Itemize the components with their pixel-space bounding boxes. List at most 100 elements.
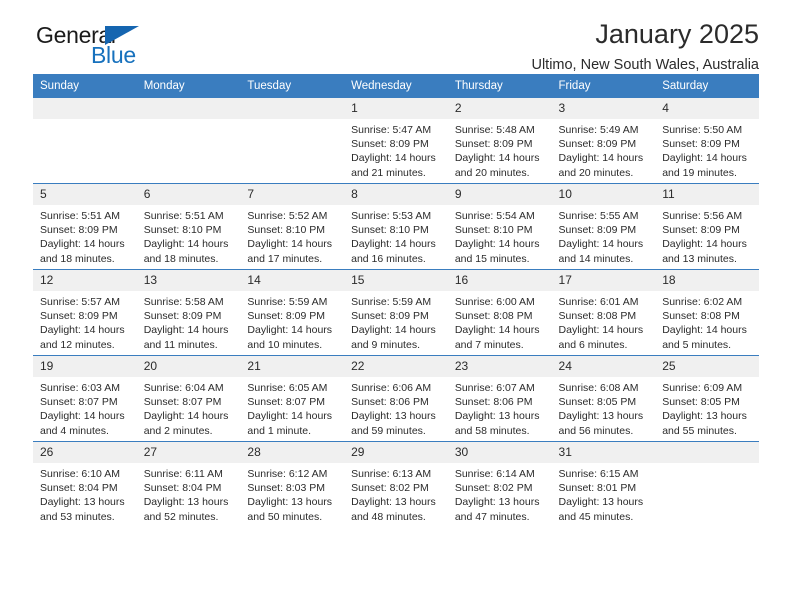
daylight-text-1: Daylight: 13 hours bbox=[662, 410, 747, 423]
calendar-day-cell[interactable]: 13 Sunrise: 5:58 AM Sunset: 8:09 PM Dayligh… bbox=[136, 269, 241, 356]
sunrise-text: Sunrise: 6:01 AM bbox=[558, 296, 639, 308]
day-sun-details: Sunrise: 6:03 AM Sunset: 8:07 PM Daylight:… bbox=[33, 377, 137, 438]
day-number bbox=[655, 442, 759, 463]
calendar-day-cell[interactable]: 6 Sunrise: 5:51 AM Sunset: 8:10 PM Daylight… bbox=[136, 183, 241, 270]
calendar-day-cell[interactable]: 30 Sunrise: 6:14 AM Sunset: 8:02 PM Dayligh… bbox=[447, 441, 552, 527]
sunrise-text: Sunrise: 5:51 AM bbox=[143, 210, 224, 222]
calendar-day-cell[interactable]: 5 Sunrise: 5:51 AM Sunset: 8:09 PM Daylight… bbox=[33, 183, 137, 270]
sunset-text: Sunset: 8:01 PM bbox=[558, 482, 637, 495]
calendar-day-cell[interactable]: 12 Sunrise: 5:57 AM Sunset: 8:09 PM Dayligh… bbox=[33, 269, 137, 356]
calendar-day-cell[interactable]: 2 Sunrise: 5:48 AM Sunset: 8:09 PM Daylight… bbox=[447, 97, 552, 184]
calendar-day-cell[interactable]: 7 Sunrise: 5:52 AM Sunset: 8:10 PM Daylight… bbox=[240, 183, 345, 270]
day-number: 31 bbox=[551, 442, 656, 463]
sunrise-text: Sunrise: 6:08 AM bbox=[558, 382, 639, 394]
calendar-week-row: 1 Sunrise: 5:47 AM Sunset: 8:09 PM Daylight… bbox=[33, 97, 759, 184]
sunrise-text: Sunrise: 6:07 AM bbox=[454, 382, 535, 394]
daylight-text-2: and 59 minutes. bbox=[351, 424, 426, 437]
sunrise-text: Sunrise: 5:48 AM bbox=[454, 124, 535, 136]
daylight-text-1: Daylight: 13 hours bbox=[558, 410, 644, 423]
daylight-text-2: and 5 minutes. bbox=[662, 338, 732, 351]
sunrise-text: Sunrise: 5:56 AM bbox=[662, 210, 743, 222]
calendar-day-cell[interactable]: 22 Sunrise: 6:06 AM Sunset: 8:06 PM Dayligh… bbox=[344, 355, 448, 442]
day-number: 25 bbox=[655, 356, 759, 377]
daylight-text-1: Daylight: 13 hours bbox=[351, 496, 436, 509]
sunset-text: Sunset: 8:09 PM bbox=[351, 138, 429, 151]
day-number: 19 bbox=[33, 356, 137, 377]
day-sun-details: Sunrise: 6:05 AM Sunset: 8:07 PM Daylight:… bbox=[240, 377, 344, 438]
sunrise-text: Sunrise: 6:00 AM bbox=[454, 296, 535, 308]
calendar-day-cell[interactable]: 9 Sunrise: 5:54 AM Sunset: 8:10 PM Daylight… bbox=[447, 183, 552, 270]
day-number: 15 bbox=[344, 270, 448, 291]
calendar-day-cell[interactable]: 17 Sunrise: 6:01 AM Sunset: 8:08 PM Dayligh… bbox=[551, 269, 656, 356]
calendar-day-cell[interactable]: 23 Sunrise: 6:07 AM Sunset: 8:06 PM Dayligh… bbox=[447, 355, 552, 442]
sunrise-text: Sunrise: 5:49 AM bbox=[558, 124, 639, 136]
sunrise-text: Sunrise: 6:02 AM bbox=[662, 296, 743, 308]
sunset-text: Sunset: 8:09 PM bbox=[40, 224, 118, 237]
sunset-text: Sunset: 8:04 PM bbox=[143, 482, 222, 495]
sunrise-text: Sunrise: 6:14 AM bbox=[454, 468, 535, 480]
sunrise-text: Sunrise: 6:05 AM bbox=[247, 382, 328, 394]
daylight-text-2: and 4 minutes. bbox=[40, 424, 109, 437]
sunrise-text: Sunrise: 5:59 AM bbox=[351, 296, 432, 308]
calendar-day-cell[interactable]: 21 Sunrise: 6:05 AM Sunset: 8:07 PM Dayligh… bbox=[240, 355, 345, 442]
calendar-body: 1 Sunrise: 5:47 AM Sunset: 8:09 PM Daylight… bbox=[33, 97, 759, 527]
calendar-day-cell[interactable]: 26 Sunrise: 6:10 AM Sunset: 8:04 PM Dayligh… bbox=[33, 441, 137, 527]
calendar-day-cell[interactable]: 24 Sunrise: 6:08 AM Sunset: 8:05 PM Dayligh… bbox=[551, 355, 656, 442]
sunrise-text: Sunrise: 6:10 AM bbox=[40, 468, 120, 480]
calendar-day-cell[interactable]: 27 Sunrise: 6:11 AM Sunset: 8:04 PM Dayligh… bbox=[136, 441, 241, 527]
day-sun-details: Sunrise: 6:15 AM Sunset: 8:01 PM Daylight:… bbox=[552, 463, 656, 524]
calendar-day-cell[interactable]: 11 Sunrise: 5:56 AM Sunset: 8:09 PM Dayligh… bbox=[655, 183, 759, 270]
calendar-week-row: 19 Sunrise: 6:03 AM Sunset: 8:07 PM Dayligh… bbox=[33, 355, 759, 442]
sunrise-text: Sunrise: 5:58 AM bbox=[143, 296, 224, 308]
calendar-day-cell[interactable]: 4 Sunrise: 5:50 AM Sunset: 8:09 PM Daylight… bbox=[655, 97, 759, 184]
day-number: 7 bbox=[240, 184, 345, 205]
calendar-day-cell[interactable]: 14 Sunrise: 5:59 AM Sunset: 8:09 PM Dayligh… bbox=[240, 269, 345, 356]
daylight-text-1: Daylight: 14 hours bbox=[40, 410, 125, 423]
day-sun-details: Sunrise: 5:58 AM Sunset: 8:09 PM Daylight:… bbox=[137, 291, 241, 352]
calendar-day-cell[interactable]: 25 Sunrise: 6:09 AM Sunset: 8:05 PM Dayligh… bbox=[655, 355, 759, 442]
sunset-text: Sunset: 8:09 PM bbox=[351, 310, 429, 323]
sunrise-text: Sunrise: 6:09 AM bbox=[662, 382, 743, 394]
weekday-header-wednesday: Wednesday bbox=[344, 74, 448, 98]
calendar-day-cell[interactable]: 15 Sunrise: 5:59 AM Sunset: 8:09 PM Dayligh… bbox=[344, 269, 448, 356]
calendar-day-cell[interactable]: 3 Sunrise: 5:49 AM Sunset: 8:09 PM Daylight… bbox=[551, 97, 656, 184]
day-number: 12 bbox=[33, 270, 137, 291]
sunset-text: Sunset: 8:09 PM bbox=[454, 138, 533, 151]
calendar-day-cell[interactable]: 18 Sunrise: 6:02 AM Sunset: 8:08 PM Dayligh… bbox=[655, 269, 759, 356]
calendar-day-cell[interactable]: 28 Sunrise: 6:12 AM Sunset: 8:03 PM Dayligh… bbox=[240, 441, 345, 527]
daylight-text-2: and 50 minutes. bbox=[247, 510, 323, 523]
daylight-text-1: Daylight: 14 hours bbox=[351, 238, 436, 251]
sunset-text: Sunset: 8:09 PM bbox=[247, 310, 326, 323]
calendar-day-cell[interactable]: 8 Sunrise: 5:53 AM Sunset: 8:10 PM Daylight… bbox=[344, 183, 448, 270]
calendar-day-cell[interactable]: 1 Sunrise: 5:47 AM Sunset: 8:09 PM Daylight… bbox=[344, 97, 448, 184]
daylight-text-1: Daylight: 13 hours bbox=[558, 496, 644, 509]
sunset-text: Sunset: 8:09 PM bbox=[558, 224, 637, 237]
day-sun-details: Sunrise: 6:12 AM Sunset: 8:03 PM Daylight:… bbox=[240, 463, 344, 524]
day-sun-details: Sunrise: 5:55 AM Sunset: 8:09 PM Daylight:… bbox=[552, 205, 656, 266]
calendar-day-cell[interactable]: 29 Sunrise: 6:13 AM Sunset: 8:02 PM Dayligh… bbox=[344, 441, 448, 527]
day-sun-details: Sunrise: 6:02 AM Sunset: 8:08 PM Daylight:… bbox=[655, 291, 759, 352]
day-sun-details: Sunrise: 6:07 AM Sunset: 8:06 PM Daylight:… bbox=[448, 377, 552, 438]
day-sun-details: Sunrise: 6:08 AM Sunset: 8:05 PM Daylight:… bbox=[552, 377, 656, 438]
day-number: 6 bbox=[136, 184, 241, 205]
day-sun-details: Sunrise: 5:57 AM Sunset: 8:09 PM Daylight:… bbox=[33, 291, 137, 352]
daylight-text-1: Daylight: 14 hours bbox=[662, 324, 747, 337]
calendar-day-cell[interactable]: 20 Sunrise: 6:04 AM Sunset: 8:07 PM Dayligh… bbox=[136, 355, 241, 442]
daylight-text-1: Daylight: 14 hours bbox=[558, 238, 644, 251]
day-sun-details: Sunrise: 5:53 AM Sunset: 8:10 PM Daylight:… bbox=[344, 205, 448, 266]
calendar-day-cell[interactable]: 16 Sunrise: 6:00 AM Sunset: 8:08 PM Dayligh… bbox=[447, 269, 552, 356]
sunset-text: Sunset: 8:09 PM bbox=[662, 224, 740, 237]
day-number: 14 bbox=[240, 270, 345, 291]
daylight-text-2: and 9 minutes. bbox=[351, 338, 420, 351]
calendar-day-cell[interactable]: 10 Sunrise: 5:55 AM Sunset: 8:09 PM Dayligh… bbox=[551, 183, 656, 270]
calendar-day-cell[interactable]: 19 Sunrise: 6:03 AM Sunset: 8:07 PM Dayligh… bbox=[33, 355, 137, 442]
daylight-text-2: and 17 minutes. bbox=[247, 252, 323, 265]
calendar-day-cell[interactable]: 31 Sunrise: 6:15 AM Sunset: 8:01 PM Dayligh… bbox=[551, 441, 656, 527]
daylight-text-2: and 2 minutes. bbox=[143, 424, 213, 437]
sunrise-text: Sunrise: 5:51 AM bbox=[40, 210, 120, 222]
daylight-text-1: Daylight: 14 hours bbox=[143, 410, 229, 423]
weekday-header-tuesday: Tuesday bbox=[240, 74, 345, 98]
daylight-text-1: Daylight: 13 hours bbox=[40, 496, 125, 509]
sunrise-text: Sunrise: 6:12 AM bbox=[247, 468, 328, 480]
general-blue-logo[interactable]: General Blue bbox=[33, 22, 233, 70]
